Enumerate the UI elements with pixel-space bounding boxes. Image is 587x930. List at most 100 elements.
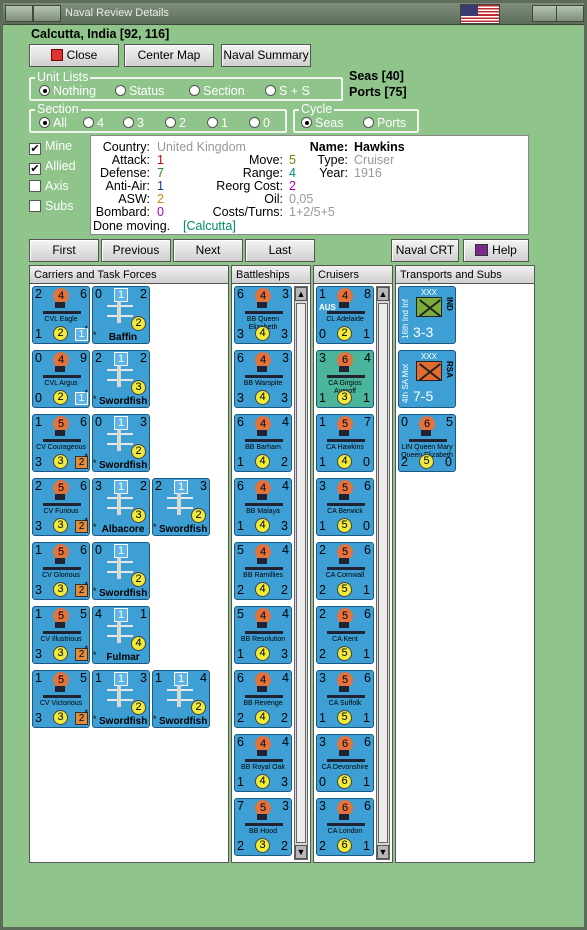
naval-crt-button[interactable]: Naval CRT	[391, 239, 459, 262]
last-button[interactable]: Last	[245, 239, 315, 262]
help-button[interactable]: Help	[463, 239, 529, 262]
checkbox-box[interactable]: ✔	[29, 163, 41, 175]
counter-top-right: 1	[140, 607, 147, 621]
radio-section-all[interactable]: All	[39, 116, 67, 130]
unit-counter[interactable]: 2 2 1 Swordfish 3 *	[92, 350, 150, 408]
close-button[interactable]: Close	[29, 44, 119, 67]
minimize-button[interactable]	[33, 5, 61, 22]
filter-label: Axis	[45, 179, 69, 193]
unit-designation: 16th Ind Inf	[401, 298, 410, 339]
unit-counter[interactable]: 346CA Girgios Averoff131	[316, 350, 374, 408]
scroll-down-icon[interactable]: ▼	[295, 845, 307, 859]
radio-status[interactable]: Status	[115, 84, 164, 98]
unit-counter[interactable]: 2 6 5 CA Cornwall 2 5 1	[316, 542, 374, 600]
close-window-button[interactable]	[556, 5, 584, 22]
counter-bottom-left: 3	[35, 455, 42, 469]
unit-counter[interactable]: 0 2 1 Baffin 2 *	[92, 286, 150, 344]
unit-counter[interactable]: 1 6 5 CV Glorious 3 3 2 *	[32, 542, 90, 600]
unit-counter[interactable]: 3 6 6 CA Devonshire 0 6 1	[316, 734, 374, 792]
unit-counter[interactable]: 7 3 5 BB Hood 2 3 2	[234, 798, 292, 856]
checkbox-box[interactable]	[29, 200, 41, 212]
cruisers-scrollbar[interactable]: ▲ ▼	[376, 286, 390, 860]
first-button[interactable]: First	[29, 239, 99, 262]
resize-grip-icon[interactable]	[566, 909, 584, 927]
unit-counter[interactable]: 5 4 4 BB Ramillies 2 4 2	[234, 542, 292, 600]
system-menu-button[interactable]	[5, 5, 33, 22]
scroll-up-icon[interactable]: ▲	[377, 287, 389, 301]
ship-name: CV Courageous	[36, 444, 86, 451]
unit-counter[interactable]: 0 1 Swordfish 2 *	[92, 542, 150, 600]
unit-counter[interactable]: 1 5 5 CV Victorious 3 3 2 *	[32, 670, 90, 728]
radio-nothing[interactable]: Nothing	[39, 84, 96, 98]
center-map-button[interactable]: Center Map	[124, 44, 214, 67]
unit-counter[interactable]: 2 3 1 Swordfish 2 *	[152, 478, 210, 536]
unit-counter[interactable]: 6 4 4 BB Revenge 2 4 2	[234, 670, 292, 728]
unit-counter[interactable]: 1 6 5 CV Courageous 3 3 2 *	[32, 414, 90, 472]
unit-counter[interactable]: 1 8 4 CL Adelaide 0 2 1 AUS	[316, 286, 374, 344]
filter-mine[interactable]: ✔ Mine	[29, 139, 87, 157]
scroll-up-icon[interactable]: ▲	[295, 287, 307, 301]
ship-name: CA Devonshire	[321, 764, 369, 771]
radio-section-4[interactable]: 4	[83, 116, 104, 130]
title-bar[interactable]: Naval Review Details	[3, 3, 584, 25]
land-unit-counter[interactable]: 4th SA Mot XXX RSA 7-5	[398, 350, 456, 408]
radio-section-1[interactable]: 1	[207, 116, 228, 130]
radio-s-plus-s[interactable]: S + S	[265, 84, 310, 98]
counter-bottom-left: 1	[237, 647, 244, 661]
radio-section-3[interactable]: 3	[123, 116, 144, 130]
carriers-panel: Carriers and Task Forces 2 6 4 CVL Eagle 1 2 1…	[29, 265, 229, 863]
battleships-scrollbar[interactable]: ▲ ▼	[294, 286, 308, 860]
ship-icon	[43, 686, 81, 698]
counter-top-right: 2	[140, 287, 147, 301]
unit-counter[interactable]: 634BB Queen Elizabeth343	[234, 286, 292, 344]
unit-counter[interactable]: 6 4 4 BB Malaya 1 4 3	[234, 478, 292, 536]
counter-top-left: 1	[35, 607, 42, 621]
unit-counter[interactable]: 0 9 4 CVL Argus 0 2 1 *	[32, 350, 90, 408]
checkbox-box[interactable]	[29, 180, 41, 192]
radio-section[interactable]: Section	[189, 84, 245, 98]
filter-subs[interactable]: Subs	[29, 199, 87, 217]
radio-section-0[interactable]: 0	[249, 116, 270, 130]
scroll-thumb[interactable]	[378, 303, 388, 843]
counter-air-factor: 1	[114, 480, 128, 494]
unit-counter[interactable]: 3 6 5 CA Berwick 1 5 0	[316, 478, 374, 536]
unit-counter[interactable]: 4 1 1 Fulmar 4 *	[92, 606, 150, 664]
counter-star: *	[84, 388, 88, 398]
radio-cycle-seas[interactable]: Seas	[301, 116, 344, 130]
plane-name: Swordfish	[99, 716, 148, 727]
land-unit-counter[interactable]: 16th Ind Inf XXX IND 3-3	[398, 286, 456, 344]
radio-dot	[83, 117, 94, 128]
checkbox-box[interactable]: ✔	[29, 143, 41, 155]
ship-icon	[245, 430, 283, 442]
scroll-thumb[interactable]	[296, 303, 306, 843]
next-button[interactable]: Next	[173, 239, 243, 262]
unit-counter[interactable]: 3 6 6 CA London 2 6 1	[316, 798, 374, 856]
counter-top-left: 2	[35, 287, 42, 301]
infantry-symbol-icon	[416, 297, 442, 317]
previous-button[interactable]: Previous	[101, 239, 171, 262]
counter-range: 2	[191, 700, 206, 715]
radio-section-2[interactable]: 2	[165, 116, 186, 130]
filter-allied[interactable]: ✔ Allied	[29, 159, 87, 177]
unit-counter[interactable]: 6 4 4 BB Barham 1 4 2	[234, 414, 292, 472]
radio-cycle-ports[interactable]: Ports	[363, 116, 406, 130]
ship-name: CA Hawkins	[326, 444, 364, 451]
unit-counter[interactable]: 1 4 1 Swordfish 2 *	[152, 670, 210, 728]
filter-axis[interactable]: Axis	[29, 179, 87, 197]
unit-counter[interactable]: 2 6 5 CA Kent 2 5 1	[316, 606, 374, 664]
unit-counter[interactable]: 1 5 5 CV Illustrious 3 3 2 *	[32, 606, 90, 664]
unit-counter[interactable]: 2 6 5 CV Furious 3 3 2 *	[32, 478, 90, 536]
unit-counter[interactable]: 1 3 1 Swordfish 2 *	[92, 670, 150, 728]
counter-top-right: 6	[364, 607, 371, 621]
unit-counter[interactable]: 3 6 5 CA Suffolk 1 5 1	[316, 670, 374, 728]
scroll-down-icon[interactable]: ▼	[377, 845, 389, 859]
unit-counter[interactable]: 2 6 4 CVL Eagle 1 2 1 *	[32, 286, 90, 344]
unit-counter[interactable]: 1 7 5 CA Hawkins 1 4 0	[316, 414, 374, 472]
unit-counter[interactable]: 0 3 1 Swordfish 2 *	[92, 414, 150, 472]
unit-counter[interactable]: 6 3 4 BB Warspite 3 4 3	[234, 350, 292, 408]
naval-summary-button[interactable]: Naval Summary	[221, 44, 311, 67]
unit-counter[interactable]: 0 5 6 LIN Queen Mary Queen Elizabeth 2 5 0	[398, 414, 456, 472]
unit-counter[interactable]: 6 4 4 BB Royal Oak 1 4 3	[234, 734, 292, 792]
unit-counter[interactable]: 5 4 4 BB Resolution 1 4 3	[234, 606, 292, 664]
unit-counter[interactable]: 3 2 1 Albacore 3 *	[92, 478, 150, 536]
